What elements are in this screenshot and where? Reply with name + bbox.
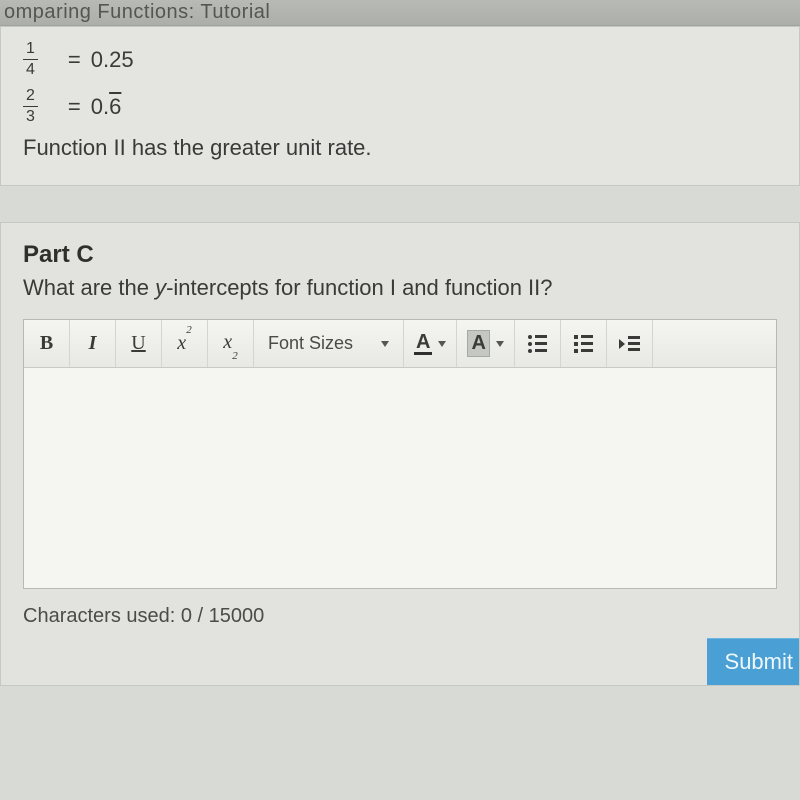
indent-icon <box>619 336 640 351</box>
bullet-list-button[interactable] <box>515 320 561 367</box>
bullet-list-icon <box>528 335 547 353</box>
fraction-1-num: 1 <box>23 41 38 60</box>
highlight-button[interactable]: A <box>457 320 514 367</box>
subscript-button[interactable]: x2 <box>208 320 254 367</box>
chevron-down-icon <box>496 341 504 347</box>
part-label: Part C <box>23 241 777 269</box>
header-title: omparing Functions: Tutorial <box>4 1 270 24</box>
math-line-2: 2 3 = 0.6 <box>23 88 777 125</box>
highlight-icon: A <box>467 330 489 357</box>
fraction-1: 1 4 <box>23 41 38 78</box>
editor-textarea[interactable] <box>24 368 776 588</box>
rich-text-editor: B I U x2 x2 Font Sizes A A <box>23 319 777 589</box>
fraction-1-den: 4 <box>26 60 35 78</box>
value-2: 0.6 <box>91 94 122 120</box>
bold-icon: B <box>40 332 53 355</box>
answer-panel: 1 4 = 0.25 2 3 = 0.6 Function II has the… <box>0 26 800 186</box>
underline-icon: U <box>131 332 145 355</box>
fraction-2: 2 3 <box>23 88 38 125</box>
indent-button[interactable] <box>607 320 653 367</box>
character-count: Characters used: 0 / 15000 <box>1 589 799 638</box>
question-italic: y <box>155 275 166 300</box>
numbered-list-button[interactable] <box>561 320 607 367</box>
header-bar: omparing Functions: Tutorial <box>0 0 800 26</box>
bold-button[interactable]: B <box>24 320 70 367</box>
question-text: What are the y-intercepts for function I… <box>23 275 777 301</box>
fraction-2-num: 2 <box>23 88 38 107</box>
editor-toolbar: B I U x2 x2 Font Sizes A A <box>24 320 776 368</box>
subscript-icon: x2 <box>223 331 237 356</box>
value-2-repeat: 6 <box>109 94 121 119</box>
underline-button[interactable]: U <box>116 320 162 367</box>
numbered-list-icon <box>574 335 593 353</box>
partc-panel: Part C What are the y-intercepts for fun… <box>0 222 800 686</box>
text-color-icon: A <box>414 332 432 355</box>
submit-row: Submit <box>1 638 799 685</box>
question-suffix: -intercepts for function I and function … <box>166 275 552 300</box>
conclusion-text: Function II has the greater unit rate. <box>23 135 777 161</box>
fontsize-dropdown[interactable]: Font Sizes <box>254 320 404 367</box>
superscript-button[interactable]: x2 <box>162 320 208 367</box>
text-color-button[interactable]: A <box>404 320 457 367</box>
equals-2: = <box>68 94 81 120</box>
value-2-prefix: 0. <box>91 94 109 119</box>
submit-button[interactable]: Submit <box>707 638 799 685</box>
fraction-2-den: 3 <box>26 107 35 125</box>
equals-1: = <box>68 47 81 73</box>
italic-button[interactable]: I <box>70 320 116 367</box>
question-prefix: What are the <box>23 275 155 300</box>
italic-icon: I <box>89 332 97 355</box>
chevron-down-icon <box>381 341 389 347</box>
superscript-icon: x2 <box>177 332 191 355</box>
value-1: 0.25 <box>91 47 134 73</box>
partc-header: Part C What are the y-intercepts for fun… <box>1 241 799 301</box>
fontsize-label: Font Sizes <box>268 333 353 354</box>
chevron-down-icon <box>438 341 446 347</box>
math-line-1: 1 4 = 0.25 <box>23 41 777 78</box>
